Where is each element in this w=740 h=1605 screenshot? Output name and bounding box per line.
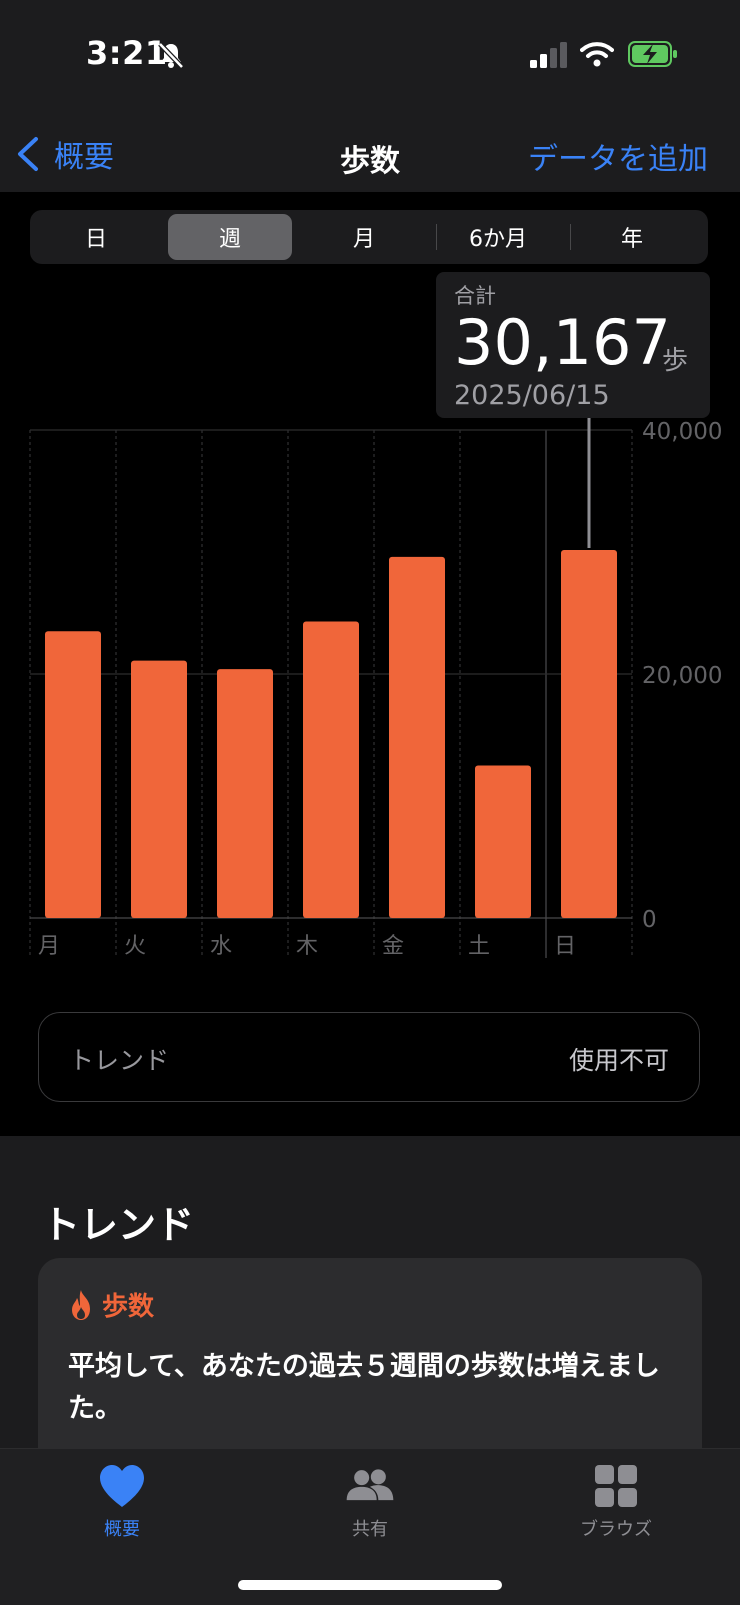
tab-summary[interactable]: 概要 [42, 1463, 202, 1541]
chart-bar [131, 660, 187, 918]
chart-y-tick-label: 0 [642, 907, 657, 933]
heart-icon [100, 1465, 144, 1507]
tooltip-date: 2025/06/15 [454, 380, 610, 411]
chart-x-tick-label: 火 [124, 934, 146, 959]
chart-x-tick-label: 水 [210, 934, 232, 959]
chart-x-tick-label: 木 [296, 934, 318, 959]
people-icon [346, 1469, 394, 1501]
chart-bar [303, 621, 359, 918]
home-indicator [238, 1580, 502, 1590]
chart-y-tick-label: 40,000 [642, 419, 722, 445]
tab-browse[interactable]: ブラウズ [536, 1463, 696, 1541]
chart-bar [475, 765, 531, 918]
chart-bar [217, 669, 273, 918]
grid-icon [595, 1465, 637, 1507]
chart-bar [389, 556, 445, 918]
tab-sharing[interactable]: 共有 [290, 1463, 450, 1541]
trend-row-label: トレンド [69, 1046, 170, 1075]
steps-chart[interactable]: 40,000 20,000 0 月 火 水 木 金 土 日 [0, 0, 740, 980]
chart-x-tick-label: 土 [468, 934, 490, 959]
trend-card-text: 平均して、あなたの過去５週間の歩数は増えました。 [68, 1351, 660, 1424]
tab-sharing-label: 共有 [352, 1519, 388, 1540]
tooltip-value: 30,167 [454, 306, 671, 379]
trends-section-title: トレンド [42, 1203, 195, 1247]
tab-browse-label: ブラウズ [580, 1519, 652, 1540]
flame-icon [72, 1289, 90, 1320]
chart-x-tick-label: 金 [382, 934, 404, 959]
tab-summary-label: 概要 [104, 1519, 140, 1540]
tooltip-unit: 歩 [662, 346, 689, 376]
chart-y-tick-label: 20,000 [642, 663, 722, 689]
chart-bar [561, 549, 617, 918]
chart-x-tick-label: 日 [554, 934, 576, 959]
trend-card-header: 歩数 [68, 1286, 154, 1323]
trend-row-value: 使用不可 [568, 1046, 669, 1075]
selection-tooltip: 合計 30,167 歩 2025/06/15 [436, 272, 710, 418]
chart-x-tick-label: 月 [38, 934, 60, 959]
chart-bar [45, 631, 101, 918]
steps-chart-svg: 40,000 20,000 0 月 火 水 木 金 土 日 [29, 418, 722, 959]
trend-row[interactable]: トレンド 使用不可 [38, 1012, 700, 1102]
trend-card-metric: 歩数 [102, 1292, 155, 1322]
